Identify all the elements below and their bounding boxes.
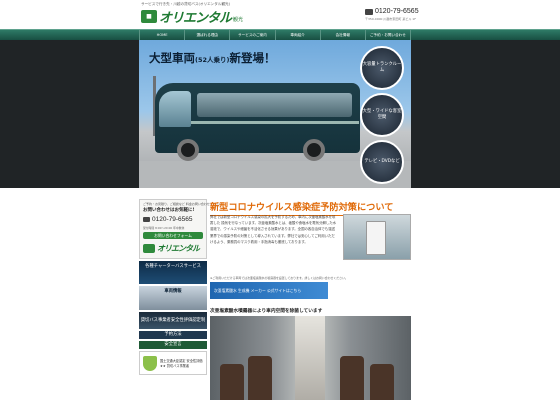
phone-icon [365, 8, 373, 15]
header-address: 〒350-0000 川越市東田町 某ビル 1F [365, 17, 416, 21]
note-text: ※ご利用いただける車両では次亜塩素酸水の噴霧器を設置しております。詳しくはお問い… [210, 276, 348, 280]
sidebar-phone[interactable]: 0120-79-6565 [143, 216, 192, 223]
bus-interior-photo [210, 316, 411, 400]
sidebar: ご予約・お見積り、ご相談など 料金お問い合わせください お問い合わせはお気軽に!… [139, 199, 222, 375]
contact-box: ご予約・お見積り、ご相談など 料金お問い合わせください お問い合わせはお気軽に!… [139, 199, 222, 259]
sidebar-logo: オリエンタル [143, 243, 200, 254]
bus-image [155, 83, 360, 161]
feature-badge-cabin: 大型・ワイドな客室空間 [360, 93, 404, 137]
hero-headline: 大型車両(52人乗り)新登場！ [149, 51, 276, 65]
contact-hours: 受付時間 8:00～20:00 年中無休 [143, 226, 185, 230]
phone-icon [143, 217, 150, 222]
maker-link-banner[interactable]: 次亜塩素酸水 生成機 メーカー 公式サイトはこちら [210, 282, 328, 299]
brand-name: オリエンタル [159, 11, 232, 26]
safety-evaluation-banner[interactable]: 貸切バス事業者安全性評価認定制度 [139, 312, 207, 329]
charter-service-banner[interactable]: 各種チャーターバスサービス [139, 261, 207, 284]
sprayer-device-photo [343, 214, 411, 260]
header-phone[interactable]: 0120-79-6565 [365, 8, 419, 15]
fleet-banner[interactable]: 車両情報 [139, 286, 207, 310]
site-logo[interactable]: ■ オリエンタル 観光 [141, 7, 243, 26]
bus-logo-icon: ■ [141, 10, 157, 23]
section-subtitle: 次亜塩素酸水噴霧器により車内空間を除菌しています [210, 309, 323, 314]
hero-slider[interactable]: 大型車両(52人乗り)新登場！ 大容量トランクルーム 大型・ワイドな客室空間 テ… [139, 40, 411, 188]
intro-paragraph: 弊社では新型コロナウイルス感染の拡大を予防するため、車内に次亜塩素酸水を噴霧した… [210, 215, 337, 244]
contact-form-button[interactable]: お問い合わせフォーム [143, 232, 203, 239]
safety-declaration-banner[interactable]: 安全宣言 [139, 341, 207, 349]
sidebar-phone-number: 0120-79-6565 [152, 216, 193, 223]
main-content: 新型コロナウイルス感染症予防対策について 弊社では新型コロナウイルス感染の拡大を… [210, 199, 411, 400]
shield-icon [143, 355, 157, 371]
safety-certification-banner[interactable]: 国土交通大臣認定 安全性評価 ★★ 貸切バス事業者 [139, 351, 207, 375]
main-nav: HOME 選ばれる理由 サービスのご案内 車両紹介 会社情報 ご予約・お問い合わ… [0, 29, 560, 41]
feature-badge-tv: テレビ・DVDなど [360, 140, 404, 184]
reservation-banner[interactable]: 予約方法 [139, 331, 207, 339]
site-header: サービスで行き先・川越の貸切バス(オリエンタル観光) ■ オリエンタル 観光 0… [0, 0, 560, 29]
bus-logo-icon [143, 244, 155, 253]
brand-sub: 観光 [233, 17, 244, 23]
hero-band-right [411, 40, 560, 188]
hero-band-left [0, 40, 139, 188]
feature-badge-trunk: 大容量トランクルーム [360, 46, 404, 90]
header-phone-number: 0120-79-6565 [375, 8, 419, 15]
contact-title: お問い合わせはお気軽に! [143, 208, 195, 213]
